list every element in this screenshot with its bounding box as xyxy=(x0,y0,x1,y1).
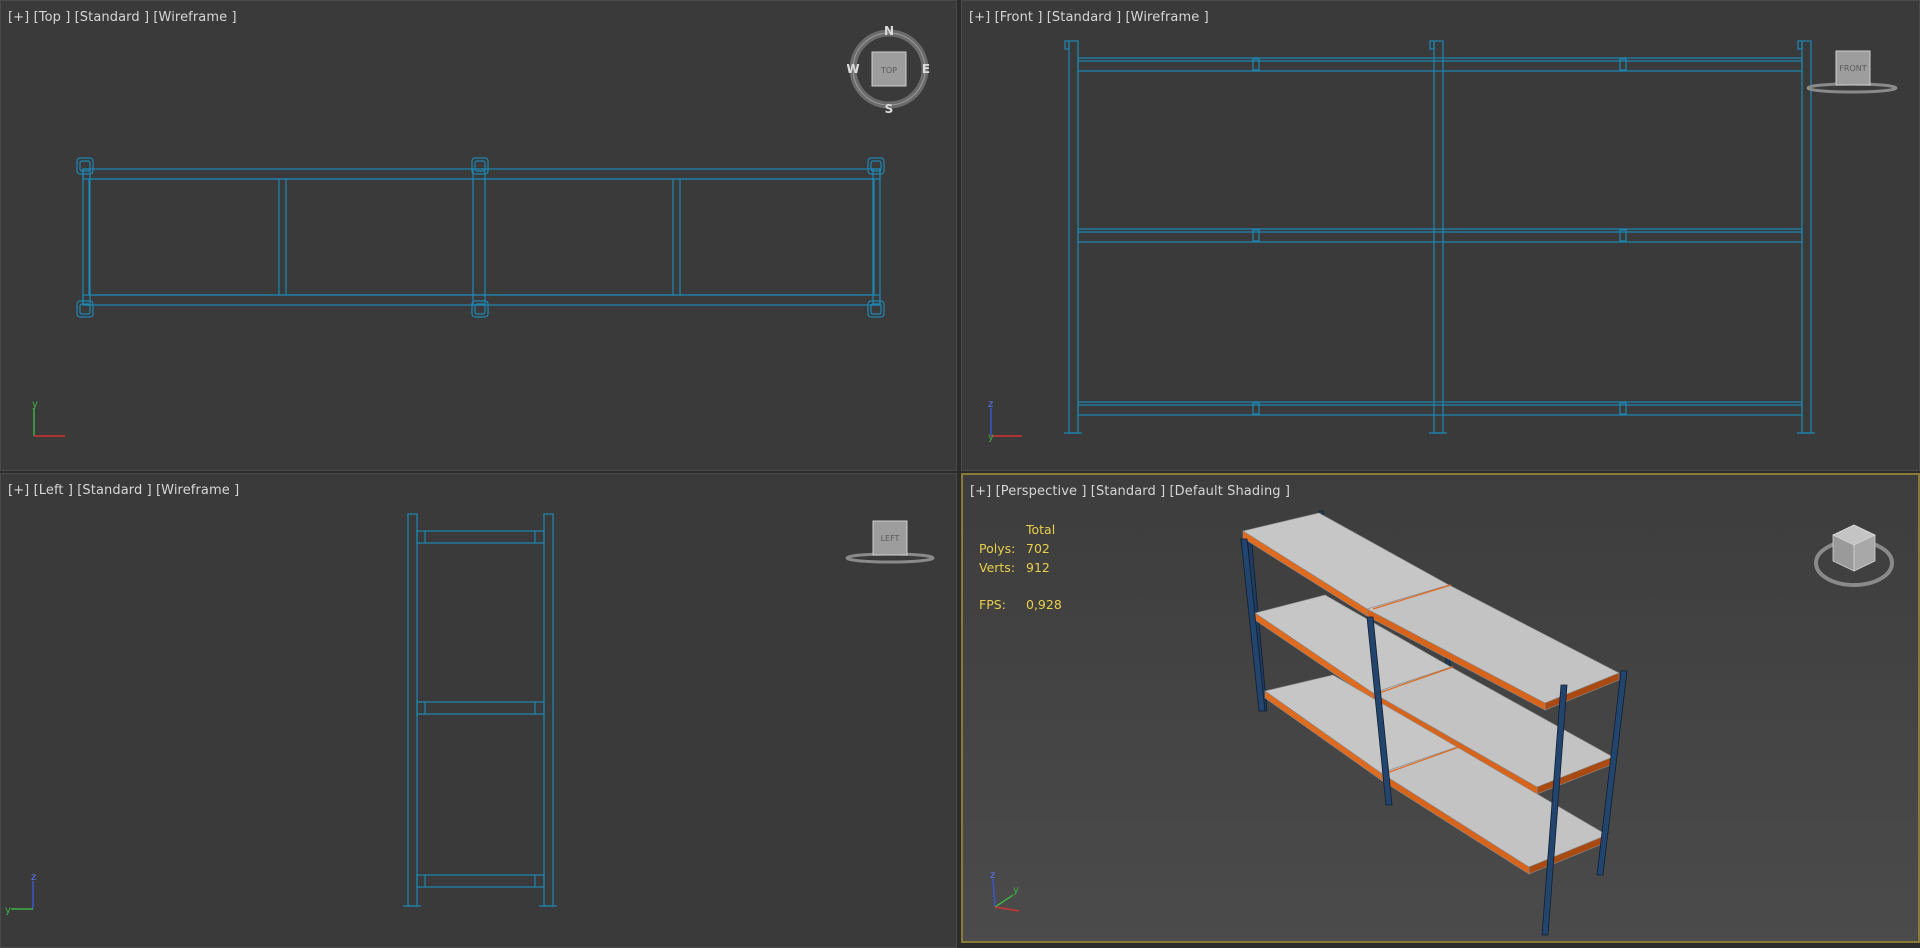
viewcube-left[interactable]: LEFT xyxy=(843,519,939,567)
compass-east-label: E xyxy=(922,62,930,76)
perspective-shaded-shelf xyxy=(1240,510,1628,936)
scene-statistics: Total Polys: 702 Verts: 912 FPS: 0,928 xyxy=(979,520,1062,614)
fps-value: 0,928 xyxy=(1026,597,1062,612)
axis-tripod-front: z y xyxy=(988,399,1022,443)
axis-tripod-top: y x xyxy=(32,399,65,437)
viewport-label-top[interactable]: [+] [Top ] [Standard ] [Wireframe ] xyxy=(8,10,237,25)
polys-value: 702 xyxy=(1026,541,1050,556)
viewport-front[interactable]: FRONT z y [+] [Front ] [Standard ] [Wire… xyxy=(961,0,1920,471)
viewport-label-perspective[interactable]: [+] [Perspective ] [Standard ] [Default … xyxy=(970,484,1290,499)
viewcube-front[interactable]: FRONT xyxy=(1802,45,1902,97)
stats-header: Total xyxy=(1026,522,1056,537)
verts-value: 912 xyxy=(1026,560,1050,575)
axis-label-a: y xyxy=(32,399,38,410)
viewcube-top-face-label: TOP xyxy=(880,66,897,75)
fps-label: FPS: xyxy=(979,597,1006,612)
axis-label-b: y xyxy=(1013,885,1019,896)
axis-label-b: y xyxy=(5,905,11,916)
axis-label-a: z xyxy=(988,399,993,410)
axis-tripod-left: z y xyxy=(5,872,36,916)
axis-tripod-perspective: z y xyxy=(990,870,1020,912)
viewport-top[interactable]: TOP N S W E y x [+] [Top ] [Standard ] [… xyxy=(0,0,957,471)
viewport-perspective[interactable]: Total Polys: 702 Verts: 912 FPS: 0,928 z y … xyxy=(961,473,1920,943)
compass-south-label: S xyxy=(885,102,894,115)
viewport-label-left[interactable]: [+] [Left ] [Standard ] [Wireframe ] xyxy=(8,483,239,498)
left-wireframe-shelf xyxy=(403,513,557,907)
front-wireframe-shelf xyxy=(1064,40,1815,434)
viewcube-left-face-label: LEFT xyxy=(881,534,900,543)
polys-label: Polys: xyxy=(979,541,1016,556)
axis-label-b: y xyxy=(988,432,994,443)
viewcube-front-face-label: FRONT xyxy=(1839,64,1866,73)
top-wireframe-shelf xyxy=(76,157,885,318)
compass-north-label: N xyxy=(884,25,894,38)
axis-label-a: z xyxy=(990,870,995,881)
verts-label: Verts: xyxy=(979,560,1016,575)
viewcube-perspective[interactable] xyxy=(1809,511,1899,595)
viewcube-top[interactable]: TOP N S W E xyxy=(847,25,931,115)
viewport-label-front[interactable]: [+] [Front ] [Standard ] [Wireframe ] xyxy=(969,10,1209,25)
viewport-left[interactable]: LEFT z y [+] [Left ] [Standard ] [Wirefr… xyxy=(0,473,957,948)
axis-label-a: z xyxy=(31,872,36,883)
compass-west-label: W xyxy=(847,62,860,76)
